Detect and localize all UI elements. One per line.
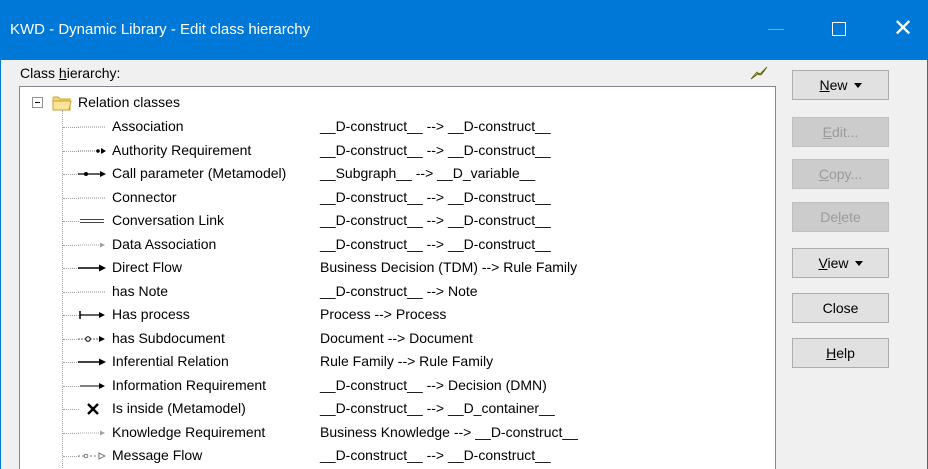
tree-item-relation: __D-construct__ --> __D-construct__ — [320, 447, 551, 463]
edit-button[interactable]: Edit... — [792, 117, 889, 147]
tree-item-relation: __D-construct__ --> __D_container__ — [320, 400, 555, 416]
lightning-icon[interactable] — [750, 66, 768, 80]
tree-connector — [63, 291, 79, 293]
tree-item-relation: Business Knowledge --> __D-construct__ — [320, 423, 578, 440]
dotted-line-icon — [78, 126, 106, 128]
tree-item-relation: __D-construct__ --> __D-construct__ — [320, 141, 551, 158]
tree-item-name: Connector — [112, 188, 177, 205]
circle-arrow-icon — [78, 335, 105, 342]
tree-item-relation: Document --> Document — [320, 329, 473, 346]
tree-connector — [63, 315, 79, 316]
tree-item-name: Direct Flow — [112, 259, 183, 275]
tree-item-relation: __Subgraph__ --> __D_variable__ — [320, 165, 536, 181]
thin-arrow-icon — [80, 382, 105, 389]
tree-item-name: Has process — [112, 306, 190, 322]
tree-connector — [63, 432, 79, 434]
tree-item[interactable]: has Note __D-construct__ --> Note — [20, 281, 775, 305]
tree-item[interactable]: Connector __D-construct__ --> __D-constru… — [20, 187, 775, 211]
dashed-open-arrow-icon — [78, 452, 106, 460]
dotted-arrow-icon — [78, 242, 105, 247]
tree-item-relation: Rule Family --> Rule Family — [320, 353, 494, 369]
tree-item-name: Knowledge Requirement — [112, 423, 266, 440]
tree-item[interactable]: Message Flow __D-construct__ --> __D-cons… — [20, 445, 775, 469]
tree-item-relation: __D-construct__ --> __D-construct__ — [320, 188, 551, 205]
tree-item-name: Message Flow — [112, 447, 203, 463]
tree-item[interactable]: has Subdocument Document --> Document — [20, 328, 775, 352]
tree-item-relation: Process --> Process — [320, 306, 447, 322]
tree-item-relation: __D-construct__ --> Note — [320, 282, 478, 299]
dot-arrow-icon — [78, 171, 106, 177]
tree-connector — [63, 409, 79, 410]
tree-item-name: has Note — [112, 282, 169, 299]
cross-icon — [87, 403, 99, 415]
tree-connector — [63, 221, 79, 222]
bar-arrow-icon — [79, 311, 105, 319]
tree-item[interactable]: Direct Flow Business Decision (TDM) --> R… — [20, 257, 775, 281]
title-bar: KWD - Dynamic Library - Edit class hiera… — [0, 0, 928, 60]
tree-item-name: Conversation Link — [112, 212, 225, 228]
new-button[interactable]: New — [792, 70, 889, 100]
solid-arrow-icon — [78, 264, 106, 272]
tree-connector — [63, 197, 79, 199]
tree-connector — [63, 362, 79, 363]
delete-button[interactable]: Delete — [792, 202, 889, 232]
tree-connector — [63, 385, 79, 387]
tree-root-label: Relation classes — [78, 94, 180, 110]
double-line-icon — [80, 219, 104, 223]
help-button[interactable]: Help — [792, 338, 889, 368]
tree-connector — [63, 150, 79, 152]
maximize-button[interactable] — [832, 22, 846, 36]
tree-item[interactable]: Data Association __D-construct__ --> __D-… — [20, 234, 775, 258]
tree-connector — [63, 127, 79, 128]
tree-item-relation: __D-construct__ --> __D-construct__ — [320, 118, 551, 134]
tree-item-relation: __D-construct__ --> __D-construct__ — [320, 235, 551, 252]
tree-item[interactable]: Has process Process --> Process — [20, 304, 775, 328]
tree-item-name: Data Association — [112, 235, 217, 252]
tree-item[interactable]: Association __D-construct__ --> __D-const… — [20, 116, 775, 140]
tree-item-name: has Subdocument — [112, 329, 225, 346]
tree-item[interactable]: Knowledge Requirement Business Knowledge … — [20, 422, 775, 446]
window-title: KWD - Dynamic Library - Edit class hiera… — [10, 21, 311, 38]
tree-item-name: Information Requirement — [112, 376, 267, 393]
dotted-arrow-icon — [78, 430, 105, 435]
folder-icon — [52, 96, 72, 111]
view-button[interactable]: View — [792, 248, 889, 278]
tree-item-name: Inferential Relation — [112, 353, 229, 369]
tree-item[interactable]: Call parameter (Metamodel) __Subgraph__ -… — [20, 163, 775, 187]
close-button[interactable]: Close — [792, 293, 889, 323]
collapse-icon[interactable] — [32, 97, 43, 108]
dropdown-arrow-icon — [853, 82, 862, 88]
tree-connector — [63, 174, 79, 175]
dotted-dot-arrow-icon — [78, 147, 106, 154]
tree-item[interactable]: Information Requirement __D-construct__ -… — [20, 375, 775, 399]
tree-connector — [63, 244, 79, 246]
tree-item-relation: __D-construct__ --> Decision (DMN) — [320, 376, 547, 393]
window-border-left — [0, 60, 1, 469]
tree-item[interactable]: Authority Requirement __D-construct__ -->… — [20, 140, 775, 164]
minimize-button[interactable] — [768, 29, 784, 30]
tree-item[interactable]: Conversation Link __D-construct__ --> __D… — [20, 210, 775, 234]
tree-item-relation: Business Decision (TDM) --> Rule Family — [320, 259, 578, 275]
tree-item-name: Is inside (Metamodel) — [112, 400, 246, 416]
tree-connector — [63, 338, 79, 340]
solid-arrow-icon — [78, 358, 106, 366]
tree-item-name: Association — [112, 118, 184, 134]
copy-button[interactable]: Copy... — [792, 159, 889, 189]
dotted-line-icon — [78, 197, 106, 198]
tree-item[interactable]: Is inside (Metamodel) __D-construct__ -->… — [20, 398, 775, 422]
tree-item-name: Authority Requirement — [112, 141, 252, 158]
class-hierarchy-tree[interactable]: Relation classes Association __D-construc… — [19, 86, 776, 469]
tree-item-relation: __D-construct__ --> __D-construct__ — [320, 212, 551, 228]
dotted-line-icon — [78, 291, 106, 292]
dropdown-arrow-icon — [854, 260, 863, 266]
tree-connector — [63, 456, 79, 457]
close-window-button[interactable]: ✕ — [893, 14, 913, 42]
tree-item[interactable]: Inferential Relation Rule Family --> Rule… — [20, 351, 775, 375]
tree-item-name: Call parameter (Metamodel) — [112, 165, 287, 181]
tree-connector — [63, 268, 79, 269]
class-hierarchy-label: Class hierarchy: — [20, 65, 121, 81]
